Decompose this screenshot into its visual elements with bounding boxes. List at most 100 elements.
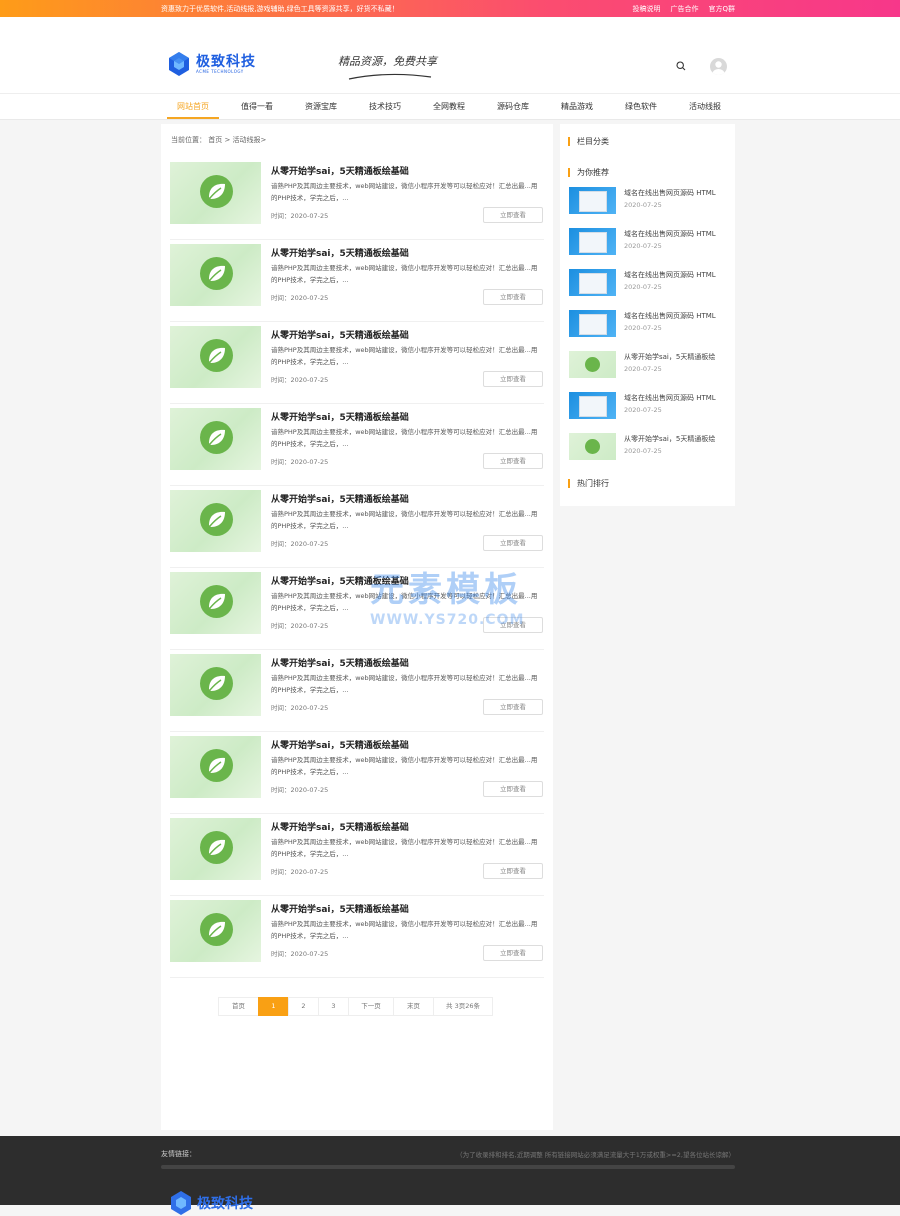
friend-links-label: 友情链接：: [161, 1150, 196, 1158]
post-title[interactable]: 从零开始学sai，5天精通板绘基础: [271, 820, 409, 833]
recommend-item[interactable]: 域名在线出售网页源码 HTML 2020-07-25: [569, 392, 729, 420]
post-title[interactable]: 从零开始学sai，5天精通板绘基础: [271, 246, 409, 259]
post-thumbnail[interactable]: [170, 736, 261, 798]
post-title[interactable]: 从零开始学sai，5天精通板绘基础: [271, 902, 409, 915]
post-time: 时间：2020-07-25: [271, 212, 329, 220]
recommend-thumbnail[interactable]: [569, 187, 616, 214]
leaf-icon: [209, 839, 225, 855]
post-thumbnail[interactable]: [170, 244, 261, 306]
view-now-button[interactable]: 立即查看: [483, 371, 543, 387]
top-link-ads[interactable]: 广告合作: [670, 4, 698, 14]
leaf-icon: [209, 593, 225, 609]
page-2[interactable]: 2: [288, 997, 319, 1016]
recommend-title[interactable]: 从零开始学sai，5天精通板绘: [624, 352, 715, 362]
recommend-date: 2020-07-25: [624, 201, 662, 209]
recommend-title[interactable]: 域名在线出售网页源码 HTML: [624, 311, 716, 321]
post-item: 从零开始学sai，5天精通板绘基础 谙熟PHP及其周边主要技术，web网站建设，微…: [170, 736, 544, 814]
post-item: 从零开始学sai，5天精通板绘基础 谙熟PHP及其周边主要技术，web网站建设，微…: [170, 408, 544, 486]
nav-item-green-software[interactable]: 绿色软件: [609, 94, 673, 119]
post-title[interactable]: 从零开始学sai，5天精通板绘基础: [271, 574, 409, 587]
leaf-badge: [200, 667, 233, 700]
page-next[interactable]: 下一页: [348, 997, 394, 1016]
nav-item-source-code[interactable]: 源码仓库: [481, 94, 545, 119]
page-first[interactable]: 首页: [218, 997, 259, 1016]
top-link-qq-group[interactable]: 官方Q群: [708, 4, 735, 14]
recommend-thumbnail[interactable]: [569, 351, 616, 378]
nav-item-tech-tips[interactable]: 技术技巧: [353, 94, 417, 119]
post-thumbnail[interactable]: [170, 572, 261, 634]
leaf-badge: [200, 913, 233, 946]
post-title[interactable]: 从零开始学sai，5天精通板绘基础: [271, 738, 409, 751]
footer-logo[interactable]: 极致科技: [170, 1190, 253, 1216]
post-thumbnail[interactable]: [170, 408, 261, 470]
recommend-item[interactable]: 域名在线出售网页源码 HTML 2020-07-25: [569, 269, 729, 297]
page-3[interactable]: 3: [318, 997, 349, 1016]
recommend-title[interactable]: 域名在线出售网页源码 HTML: [624, 393, 716, 403]
post-item: 从零开始学sai，5天精通板绘基础 谙熟PHP及其周边主要技术，web网站建设，微…: [170, 818, 544, 896]
post-thumbnail[interactable]: [170, 490, 261, 552]
nav-item-games[interactable]: 精品游戏: [545, 94, 609, 119]
view-now-button[interactable]: 立即查看: [483, 945, 543, 961]
post-title[interactable]: 从零开始学sai，5天精通板绘基础: [271, 656, 409, 669]
recommend-item[interactable]: 从零开始学sai，5天精通板绘 2020-07-25: [569, 433, 729, 461]
nav-item-worth-seeing[interactable]: 值得一看: [225, 94, 289, 119]
recommend-thumbnail[interactable]: [569, 269, 616, 296]
post-item: 从零开始学sai，5天精通板绘基础 谙熟PHP及其周边主要技术，web网站建设，微…: [170, 490, 544, 568]
top-link-submit[interactable]: 投稿说明: [632, 4, 660, 14]
post-title[interactable]: 从零开始学sai，5天精通板绘基础: [271, 492, 409, 505]
post-thumbnail[interactable]: [170, 900, 261, 962]
recommend-title[interactable]: 域名在线出售网页源码 HTML: [624, 188, 716, 198]
nav-item-home[interactable]: 网站首页: [161, 94, 225, 119]
view-now-button[interactable]: 立即查看: [483, 453, 543, 469]
post-description: 谙熟PHP及其周边主要技术，web网站建设，微信小程序开发等可以轻松应对！汇总出…: [271, 182, 538, 202]
leaf-icon: [209, 921, 225, 937]
user-avatar[interactable]: [710, 58, 727, 75]
view-now-button[interactable]: 立即查看: [483, 699, 543, 715]
recommend-thumbnail[interactable]: [569, 310, 616, 337]
nav-item-activity-deals[interactable]: 活动线报: [673, 94, 737, 119]
recommend-thumbnail[interactable]: [569, 433, 616, 460]
leaf-badge: [200, 339, 233, 372]
post-time: 时间：2020-07-25: [271, 458, 329, 466]
recommend-title[interactable]: 从零开始学sai，5天精通板绘: [624, 434, 715, 444]
view-now-button[interactable]: 立即查看: [483, 863, 543, 879]
view-now-button[interactable]: 立即查看: [483, 207, 543, 223]
post-thumbnail[interactable]: [170, 162, 261, 224]
sidebar-categories-heading[interactable]: 栏目分类: [568, 137, 609, 146]
recommend-thumbnail[interactable]: [569, 228, 616, 255]
view-now-button[interactable]: 立即查看: [483, 535, 543, 551]
webpage-preview-icon: [579, 273, 607, 294]
nav-item-tutorials[interactable]: 全网教程: [417, 94, 481, 119]
view-now-button[interactable]: 立即查看: [483, 289, 543, 305]
page-1[interactable]: 1: [258, 997, 289, 1016]
view-now-button[interactable]: 立即查看: [483, 781, 543, 797]
slogan-underline-icon: [348, 73, 432, 80]
post-title[interactable]: 从零开始学sai，5天精通板绘基础: [271, 328, 409, 341]
nav-item-resources[interactable]: 资源宝库: [289, 94, 353, 119]
post-thumbnail[interactable]: [170, 326, 261, 388]
recommend-title[interactable]: 域名在线出售网页源码 HTML: [624, 270, 716, 280]
post-thumbnail[interactable]: [170, 818, 261, 880]
page-last[interactable]: 末页: [393, 997, 434, 1016]
recommend-item[interactable]: 从零开始学sai，5天精通板绘 2020-07-25: [569, 351, 729, 379]
logo-text: 极致科技: [196, 53, 256, 70]
post-item: 从零开始学sai，5天精通板绘基础谙熟PHP及其周边主要技术，web网站建设，微…: [170, 162, 544, 240]
leaf-icon: [209, 757, 225, 773]
post-time: 时间：2020-07-25: [271, 704, 329, 712]
recommend-item[interactable]: 域名在线出售网页源码 HTML 2020-07-25: [569, 228, 729, 256]
recommend-thumbnail[interactable]: [569, 392, 616, 419]
post-title[interactable]: 从零开始学sai，5天精通板绘基础: [271, 410, 409, 423]
leaf-badge: [200, 503, 233, 536]
view-now-button[interactable]: 立即查看: [483, 617, 543, 633]
post-item: 从零开始学sai，5天精通板绘基础 谙熟PHP及其周边主要技术，web网站建设，微…: [170, 572, 544, 650]
recommend-title[interactable]: 域名在线出售网页源码 HTML: [624, 229, 716, 239]
post-title[interactable]: 从零开始学sai，5天精通板绘基础: [271, 164, 409, 177]
post-item: 从零开始学sai，5天精通板绘基础 谙熟PHP及其周边主要技术，web网站建设，微…: [170, 900, 544, 978]
footer-logo-text: 极致科技: [197, 1196, 253, 1212]
post-thumbnail[interactable]: [170, 654, 261, 716]
post-description: 谙熟PHP及其周边主要技术，web网站建设，微信小程序开发等可以轻松应对！汇总出…: [271, 264, 538, 284]
site-logo[interactable]: 极致科技 ACME TECHNOLOGY: [168, 51, 256, 77]
recommend-item[interactable]: 域名在线出售网页源码 HTML 2020-07-25: [569, 310, 729, 338]
search-icon[interactable]: [676, 61, 686, 71]
recommend-item[interactable]: 域名在线出售网页源码 HTML 2020-07-25: [569, 187, 729, 215]
